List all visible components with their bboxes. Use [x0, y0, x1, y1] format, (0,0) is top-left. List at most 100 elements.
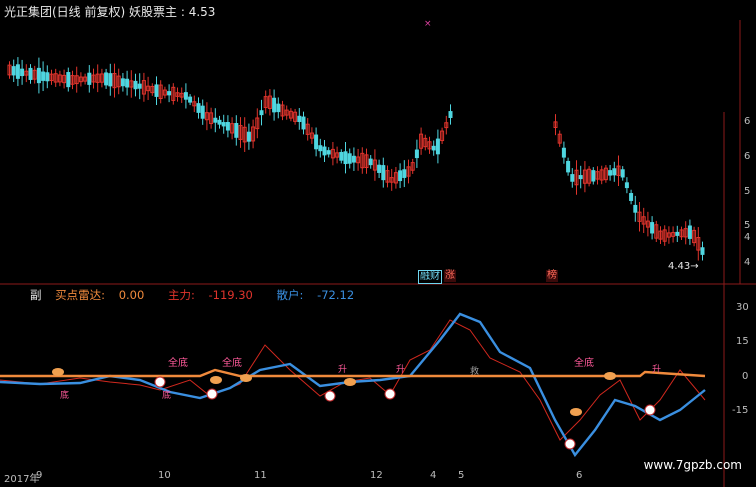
candle — [398, 170, 403, 182]
candle — [414, 149, 419, 159]
candle — [272, 97, 277, 113]
buy-radar-readout: 买点雷达: 0.00 — [55, 288, 145, 302]
signal-quandi-label: 全底 — [168, 358, 188, 369]
signal-di-label: 底 — [162, 391, 172, 401]
date-label: 12 — [370, 470, 383, 481]
candle — [591, 170, 596, 182]
price-tick: 4 — [744, 232, 751, 243]
event-tag[interactable]: 融财 — [418, 270, 442, 284]
ingot-icon — [344, 378, 356, 386]
candle — [322, 146, 327, 156]
low-price-value: 4.43 — [668, 261, 691, 272]
candle — [687, 225, 692, 239]
candle — [66, 72, 71, 88]
watermark: www.7gpzb.com — [643, 458, 742, 472]
candle — [41, 71, 46, 81]
chart-window: 光正集团(日线 前复权) 妖股票主 : 4.53 × 6 6 5 5 4 4 4… — [0, 0, 756, 487]
buy-signal-icon — [644, 404, 656, 416]
arrow-right-icon: → — [690, 261, 699, 272]
buy-signal-icon — [564, 438, 576, 450]
candle — [276, 103, 281, 113]
date-label: 5 — [458, 470, 465, 481]
candle — [188, 96, 193, 103]
event-tag[interactable]: 榜 — [546, 270, 558, 282]
candle — [570, 174, 575, 182]
ingot-icon — [570, 408, 582, 416]
sub-tick: -15 — [732, 405, 749, 416]
date-label: 11 — [254, 470, 267, 481]
candlestick-series — [7, 57, 705, 261]
candle — [620, 169, 625, 178]
candle — [183, 92, 188, 100]
candle — [87, 72, 92, 85]
candle — [196, 103, 201, 113]
candle — [347, 153, 352, 164]
signal-quandi-label: 全底 — [574, 358, 594, 369]
candle — [108, 73, 113, 87]
candle — [11, 66, 16, 76]
candle — [297, 115, 302, 123]
price-tick: 6 — [744, 116, 751, 127]
candle — [125, 78, 130, 88]
candle — [368, 158, 373, 166]
candle — [133, 80, 138, 90]
buy-signal-icon — [154, 376, 166, 388]
price-chart[interactable]: × — [0, 0, 756, 487]
candle — [402, 169, 407, 178]
low-price-marker: 4.43→ — [668, 261, 699, 272]
candle — [137, 83, 142, 89]
sub-panel-header: 副 买点雷达: 0.00 主力: -119.30 散户: -72.12 — [30, 287, 374, 303]
candle — [650, 222, 655, 234]
candle — [234, 123, 239, 138]
candle — [15, 64, 20, 79]
candle — [217, 119, 222, 125]
retail-readout: 散户: -72.12 — [276, 288, 355, 302]
signal-sheng-label: 升 — [652, 365, 662, 375]
candle — [318, 145, 323, 152]
candle — [629, 193, 634, 201]
signal-jiu-label: 救 — [470, 367, 480, 377]
event-tag[interactable]: 涨 — [444, 270, 456, 282]
candle — [377, 164, 382, 173]
candle — [221, 122, 226, 127]
candle — [45, 72, 50, 82]
candle — [213, 117, 218, 123]
main-force-readout: 主力: -119.30 — [167, 288, 253, 302]
candle — [675, 231, 680, 236]
date-label: 6 — [576, 470, 583, 481]
candle — [246, 131, 251, 142]
buy-signal-icon — [206, 388, 218, 400]
candle — [339, 151, 344, 161]
buy-radar-line — [0, 368, 706, 378]
candle — [28, 67, 33, 80]
candle — [448, 111, 453, 118]
candle — [343, 151, 348, 165]
marker-icon: × — [424, 19, 432, 29]
candle — [351, 155, 356, 163]
candle — [225, 122, 230, 131]
buy-signal-icon — [324, 390, 336, 402]
signal-sheng-label: 升 — [338, 365, 348, 375]
candle — [624, 182, 629, 189]
ingot-icon — [604, 372, 616, 380]
signal-sheng-label: 升 — [396, 365, 406, 375]
ingot-icon — [52, 368, 64, 376]
sub-tick: 30 — [736, 302, 749, 313]
price-tick: 6 — [744, 151, 751, 162]
candle — [700, 247, 705, 255]
candle — [20, 68, 25, 77]
candle — [301, 116, 306, 130]
candle — [200, 105, 205, 119]
price-tick: 5 — [744, 186, 751, 197]
candle — [167, 91, 172, 96]
date-label: 9 — [36, 470, 43, 481]
price-tick: 4 — [744, 257, 751, 268]
date-label: 2017年 — [4, 474, 40, 485]
candle — [608, 170, 613, 176]
candle — [578, 175, 583, 180]
candle — [566, 160, 571, 173]
signal-di-label: 底 — [60, 391, 70, 401]
sub-indicator-series — [0, 312, 706, 458]
price-tick: 5 — [744, 220, 751, 231]
sub-panel-name: 副 — [30, 288, 42, 302]
